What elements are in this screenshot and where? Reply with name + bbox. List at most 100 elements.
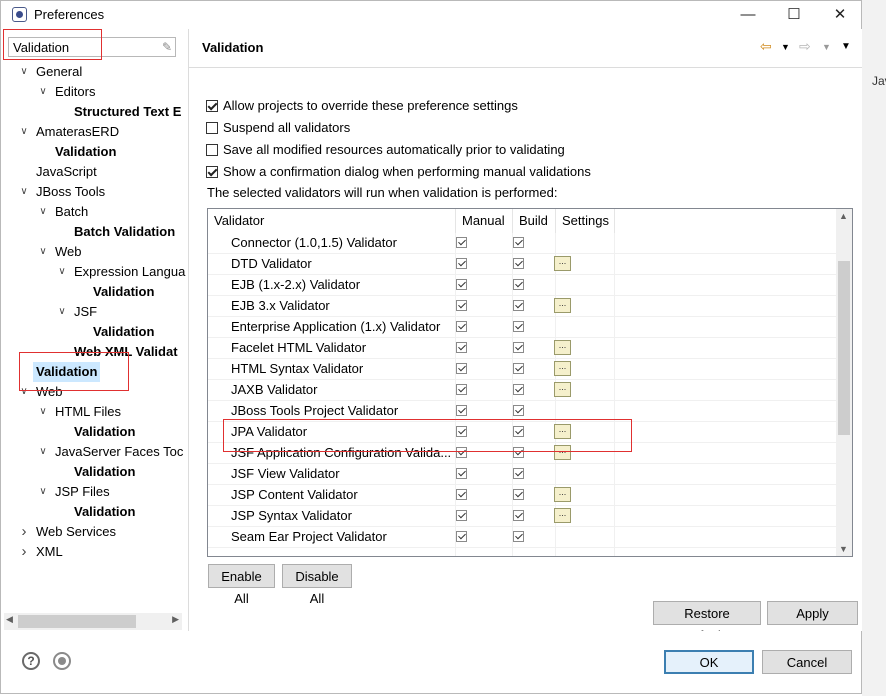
restore-defaults-button[interactable]: Restore Defaults — [653, 601, 761, 643]
tree-item[interactable]: ∨ JSP Files — [1, 482, 188, 502]
tree-horizontal-scrollbar[interactable]: ◀ ▶ — [4, 613, 182, 630]
table-vertical-scrollbar[interactable]: ▲ ▼ — [836, 209, 852, 556]
tree-item[interactable]: ∨ JSF — [1, 302, 188, 322]
scroll-thumb[interactable] — [18, 615, 136, 628]
manual-checkbox[interactable] — [456, 300, 467, 311]
tree-item[interactable]: ∨ Editors — [1, 82, 188, 102]
column-settings[interactable]: Settings — [556, 209, 615, 233]
tree-item[interactable]: Validation — [1, 502, 188, 522]
tree-item[interactable]: ∨ Expression Langua — [1, 262, 188, 282]
column-manual[interactable]: Manual — [456, 209, 513, 233]
table-row[interactable]: Facelet HTML Validator... — [208, 338, 836, 359]
build-checkbox[interactable] — [513, 363, 524, 374]
collapse-chevron-icon[interactable]: › — [18, 542, 30, 562]
minimize-icon[interactable]: — — [725, 1, 771, 29]
view-menu-icon[interactable]: ▼ — [841, 41, 851, 52]
scroll-down-icon[interactable]: ▼ — [839, 544, 848, 554]
build-checkbox[interactable] — [513, 510, 524, 521]
table-row[interactable]: HTML Syntax Validator... — [208, 359, 836, 380]
tree-item[interactable]: ∨ JavaServer Faces Toc — [1, 442, 188, 462]
build-checkbox[interactable] — [513, 258, 524, 269]
tree-item[interactable]: ∨ JBoss Tools — [1, 182, 188, 202]
tree-item[interactable]: ∨ Batch — [1, 202, 188, 222]
manual-checkbox[interactable] — [456, 384, 467, 395]
option-checkbox[interactable] — [206, 100, 218, 112]
manual-checkbox[interactable] — [456, 405, 467, 416]
manual-checkbox[interactable] — [456, 237, 467, 248]
tree-item[interactable]: ∨ General — [1, 62, 188, 82]
build-checkbox[interactable] — [513, 531, 524, 542]
expand-chevron-icon[interactable]: ∨ — [18, 182, 30, 202]
manual-checkbox[interactable] — [456, 279, 467, 290]
settings-button[interactable]: ... — [554, 508, 571, 523]
scroll-up-icon[interactable]: ▲ — [839, 211, 848, 221]
expand-chevron-icon[interactable]: ∨ — [37, 402, 49, 422]
scroll-thumb[interactable] — [838, 261, 850, 435]
help-icon[interactable]: ? — [22, 652, 40, 670]
settings-button[interactable]: ... — [554, 361, 571, 376]
tree-item[interactable]: Validation — [1, 282, 188, 302]
back-arrow-icon[interactable]: ⇦ — [760, 38, 772, 55]
close-icon[interactable]: ✕ — [817, 1, 863, 29]
manual-checkbox[interactable] — [456, 510, 467, 521]
settings-button[interactable]: ... — [554, 382, 571, 397]
table-row[interactable]: Connector (1.0,1.5) Validator — [208, 233, 836, 254]
tree-item[interactable]: Validation — [1, 322, 188, 342]
expand-chevron-icon[interactable]: ∨ — [56, 262, 68, 282]
cancel-button[interactable]: Cancel — [762, 650, 852, 674]
tree-item[interactable]: Validation — [1, 462, 188, 482]
table-row[interactable]: DTD Validator... — [208, 254, 836, 275]
build-checkbox[interactable] — [513, 279, 524, 290]
tree-item[interactable]: › Web Services — [1, 522, 188, 542]
expand-chevron-icon[interactable]: ∨ — [37, 242, 49, 262]
settings-button[interactable]: ... — [554, 340, 571, 355]
settings-button[interactable]: ... — [554, 256, 571, 271]
table-row[interactable]: EJB (1.x-2.x) Validator — [208, 275, 836, 296]
build-checkbox[interactable] — [513, 237, 524, 248]
ok-button[interactable]: OK — [664, 650, 754, 674]
tree-item[interactable]: Validation — [1, 422, 188, 442]
build-checkbox[interactable] — [513, 300, 524, 311]
column-build[interactable]: Build — [513, 209, 556, 233]
expand-chevron-icon[interactable]: ∨ — [56, 302, 68, 322]
manual-checkbox[interactable] — [456, 468, 467, 479]
expand-chevron-icon[interactable]: ∨ — [37, 202, 49, 222]
column-validator[interactable]: Validator — [208, 209, 456, 233]
option-checkbox[interactable] — [206, 144, 218, 156]
scroll-left-icon[interactable]: ◀ — [6, 614, 13, 625]
table-row[interactable]: JSF View Validator — [208, 464, 836, 485]
scroll-right-icon[interactable]: ▶ — [172, 614, 179, 625]
maximize-icon[interactable]: ☐ — [771, 1, 817, 29]
apply-button[interactable]: Apply — [767, 601, 858, 625]
settings-button[interactable]: ... — [554, 298, 571, 313]
enable-all-button[interactable]: Enable All — [208, 564, 275, 606]
tree-item[interactable]: › XML — [1, 542, 188, 562]
manual-checkbox[interactable] — [456, 489, 467, 500]
table-row[interactable]: EJB 3.x Validator... — [208, 296, 836, 317]
tree-item[interactable]: ∨ HTML Files — [1, 402, 188, 422]
manual-checkbox[interactable] — [456, 258, 467, 269]
collapse-chevron-icon[interactable]: › — [18, 522, 30, 542]
manual-checkbox[interactable] — [456, 531, 467, 542]
tree-item[interactable]: Batch Validation — [1, 222, 188, 242]
table-row[interactable]: JAXB Validator... — [208, 380, 836, 401]
tree-item[interactable]: ∨ Web — [1, 242, 188, 262]
build-checkbox[interactable] — [513, 342, 524, 353]
forward-menu-chevron-icon[interactable]: ▼ — [822, 42, 831, 52]
build-checkbox[interactable] — [513, 384, 524, 395]
build-checkbox[interactable] — [513, 468, 524, 479]
tree-item[interactable]: Validation — [1, 142, 188, 162]
build-checkbox[interactable] — [513, 405, 524, 416]
tree-item[interactable]: ∨ AmaterasERD — [1, 122, 188, 142]
manual-checkbox[interactable] — [456, 342, 467, 353]
forward-arrow-icon[interactable]: ⇨ — [799, 38, 811, 55]
import-export-icon[interactable] — [53, 652, 71, 670]
expand-chevron-icon[interactable]: ∨ — [18, 122, 30, 142]
settings-button[interactable]: ... — [554, 487, 571, 502]
table-row[interactable]: JSP Content Validator... — [208, 485, 836, 506]
tree-item[interactable]: Structured Text E — [1, 102, 188, 122]
expand-chevron-icon[interactable]: ∨ — [18, 62, 30, 82]
disable-all-button[interactable]: Disable All — [282, 564, 352, 606]
tree-item[interactable]: JavaScript — [1, 162, 188, 182]
table-row[interactable]: JSP Syntax Validator... — [208, 506, 836, 527]
